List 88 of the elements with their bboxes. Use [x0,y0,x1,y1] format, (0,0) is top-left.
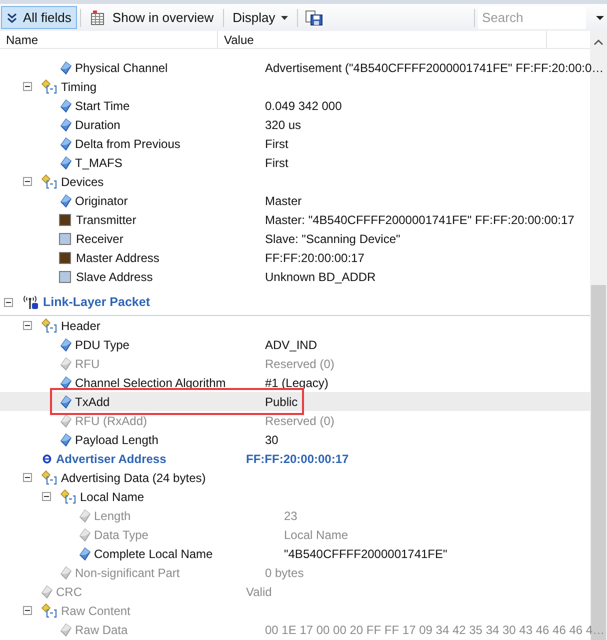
diamond-icon [60,192,72,208]
field-name[interactable]: Advertiser Address [56,452,166,466]
field-value: 23 [283,508,298,522]
diamond-icon [60,356,72,372]
diamond-icon [41,584,53,600]
group-icon [41,470,58,486]
diamond-icon [60,374,72,390]
collapse-toggle[interactable] [23,473,32,482]
display-dropdown[interactable]: Display [226,6,294,29]
field-value: Public [264,394,298,408]
field-name[interactable]: Complete Local Name [94,546,213,560]
group-icon [41,174,58,190]
save-icon [305,10,324,26]
collapse-toggle[interactable] [42,492,51,501]
group-icon [41,78,58,94]
field-value: Master: "4B540CFFFF2000001741FE" FF:FF:20:00:00:17 [264,212,574,226]
field-value: "4B540CFFFF2000001741FE" [283,546,448,560]
field-value: 320 us [264,118,302,132]
field-name[interactable]: Physical Channel [75,60,168,74]
field-name[interactable]: Originator [75,194,128,208]
double-chevron-icon [7,12,17,22]
diamond-icon [60,154,72,170]
field-name[interactable]: T_MAFS [75,156,122,170]
field-name[interactable]: Devices [61,174,104,188]
field-value: Advertisement ("4B540CFFFF2000001741FE" FF:FF:20:00:0… [264,60,604,74]
field-name[interactable]: Receiver [76,232,124,246]
column-header[interactable]: Value [218,31,547,48]
antenna-icon [22,294,40,310]
field-name[interactable]: Transmitter [76,212,136,226]
field-name[interactable]: Payload Length [75,432,158,446]
field-value: Master [264,194,302,208]
field-value: Local Name [283,528,348,542]
group-icon [60,488,77,504]
diamond-icon [60,336,72,352]
field-value: 00 1E 17 00 00 20 FF FF 17 09 34 42 35 34 30 43 46 46 46 4… [264,622,605,636]
diamond-icon [60,394,72,410]
dropdown-arrow-icon[interactable] [596,16,604,20]
field-name[interactable]: Master Address [76,250,160,264]
diamond-icon [60,412,72,428]
field-value: First [264,136,288,150]
field-value: 30 [264,432,278,446]
field-value: 0.049 342 000 [264,98,342,112]
field-value: #1 (Legacy) [264,376,328,390]
caret-icon [281,16,288,20]
diamond-icon [60,116,72,132]
field-name[interactable]: TxAdd [75,394,110,408]
diamond-icon [60,564,72,580]
field-name[interactable]: Link-Layer Packet [43,295,150,309]
column-header[interactable]: Name [0,31,218,48]
all-fields-button[interactable]: All fields [1,6,78,29]
group-icon [41,602,58,618]
diamond-icon [60,136,72,152]
field-name[interactable]: PDU Type [75,338,130,352]
field-name[interactable]: Header [61,318,100,332]
field-value: Reserved (0) [264,356,334,370]
table-icon [90,10,106,26]
collapse-toggle[interactable] [23,82,32,91]
field-name[interactable]: Slave Address [76,270,153,284]
diamond-icon [60,98,72,114]
field-name[interactable]: Advertising Data (24 bytes) [61,470,206,484]
group-icon [41,318,58,334]
diamond-icon [79,546,91,562]
collapse-toggle[interactable] [23,321,32,330]
search-field[interactable]: Search [478,6,586,28]
field-name[interactable]: Start Time [75,98,130,112]
field-name[interactable]: Duration [75,118,120,132]
field-value: ADV_IND [264,338,318,352]
collapse-toggle[interactable] [4,298,13,306]
diamond-icon [79,508,91,524]
field-value: Slave: "Scanning Device" [264,232,400,246]
field-value: Reserved (0) [264,414,334,428]
field-value: 0 bytes [264,566,304,580]
show-in-overview-button[interactable]: Show in overview [84,6,220,29]
scroll-up-icon[interactable] [594,39,603,45]
field-value: FF:FF:20:00:00:17 [264,250,364,264]
field-value: Valid [245,584,272,598]
diamond-icon [60,60,72,76]
diamond-icon [60,432,72,448]
field-value: First [264,156,288,170]
field-value: Unknown BD_ADDR [264,270,376,284]
field-name[interactable]: Delta from Previous [75,136,180,150]
diamond-icon [60,622,72,638]
field-value: FF:FF:20:00:00:17 [245,452,349,466]
field-name[interactable]: Timing [61,80,97,94]
collapse-toggle[interactable] [23,177,32,186]
field-name[interactable]: Local Name [80,490,144,504]
diamond-icon [79,526,91,542]
field-name[interactable]: Channel Selection Algorithm [75,376,226,390]
